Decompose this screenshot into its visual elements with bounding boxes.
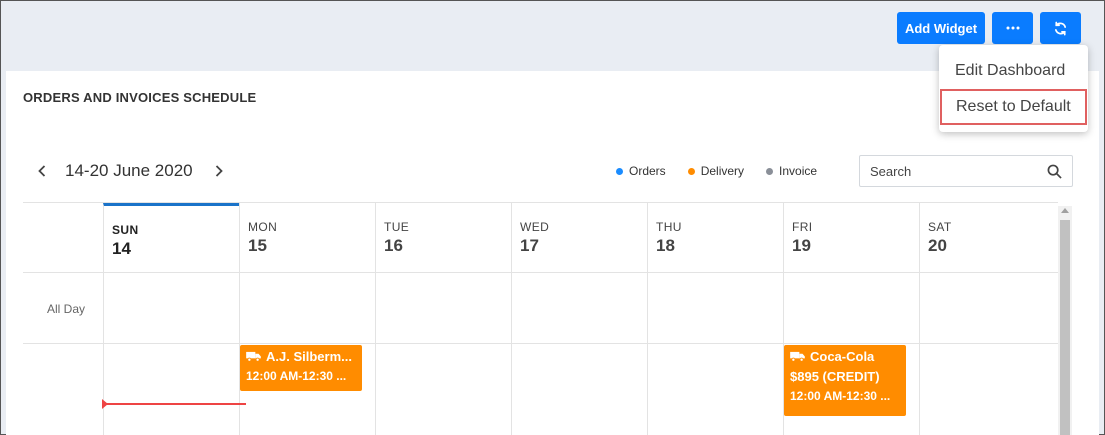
day-date: 16 xyxy=(384,236,403,255)
day-name: WED xyxy=(520,220,550,234)
grid-divider xyxy=(647,273,648,435)
add-widget-button[interactable]: Add Widget xyxy=(897,12,985,44)
day-name: TUE xyxy=(384,220,410,234)
next-week-button[interactable] xyxy=(210,162,228,180)
grid-divider xyxy=(375,273,376,435)
schedule-widget: ORDERS AND INVOICES SCHEDULE 14-20 June … xyxy=(6,71,1099,435)
week-calendar: SUN 14 MON 15 TUE 16 WED 17 THU 18 FRI 1… xyxy=(23,202,1058,435)
event-delivery-aj-silberman[interactable]: A.J. Silberm... 12:00 AM-12:30 ... xyxy=(240,345,362,391)
legend-label: Delivery xyxy=(700,164,745,178)
day-name: FRI xyxy=(792,220,813,234)
day-date: 19 xyxy=(792,236,811,255)
truck-icon xyxy=(790,351,805,362)
scroll-up-arrow-icon[interactable] xyxy=(1061,208,1069,213)
refresh-button[interactable] xyxy=(1040,12,1081,44)
day-date: 18 xyxy=(656,236,675,255)
delivery-dot-icon xyxy=(687,167,695,175)
legend-label: Invoice xyxy=(779,164,818,178)
widget-title: ORDERS AND INVOICES SCHEDULE xyxy=(23,90,257,105)
day-name: SUN xyxy=(112,223,139,237)
event-time: 12:00 AM-12:30 ... xyxy=(790,389,891,403)
legend-item-delivery: Delivery xyxy=(687,164,745,178)
refresh-icon xyxy=(1054,21,1067,35)
dashboard-toolbar: Add Widget xyxy=(897,12,1081,44)
menu-item-reset-to-default[interactable]: Reset to Default xyxy=(940,89,1087,125)
event-delivery-coca-cola[interactable]: Coca-Cola $895 (CREDIT) 12:00 AM-12:30 .… xyxy=(784,345,906,416)
event-title: Coca-Cola xyxy=(810,349,875,364)
chevron-left-icon xyxy=(38,165,46,177)
search-box xyxy=(859,155,1073,187)
day-header-wed[interactable]: WED 17 xyxy=(511,203,647,273)
invoice-dot-icon xyxy=(766,167,774,175)
day-name: MON xyxy=(248,220,278,234)
previous-week-button[interactable] xyxy=(33,162,51,180)
more-horizontal-icon xyxy=(1006,26,1019,30)
current-time-line xyxy=(103,403,246,405)
day-header-mon[interactable]: MON 15 xyxy=(239,203,375,273)
event-amount: $895 (CREDIT) xyxy=(790,369,880,384)
day-date: 14 xyxy=(112,239,131,258)
search-icon[interactable] xyxy=(1047,164,1062,179)
day-date: 15 xyxy=(248,236,267,255)
day-header-tue[interactable]: TUE 16 xyxy=(375,203,511,273)
date-navigator: 14-20 June 2020 xyxy=(33,161,228,181)
orders-dot-icon xyxy=(616,167,623,175)
legend-label: Orders xyxy=(629,164,666,178)
more-options-menu: Edit Dashboard Reset to Default xyxy=(939,45,1088,132)
day-date: 20 xyxy=(928,236,947,255)
grid-divider xyxy=(919,273,920,435)
grid-divider xyxy=(23,343,1058,344)
day-header-sat[interactable]: SAT 20 xyxy=(919,203,1055,273)
legend-item-orders: Orders xyxy=(616,164,666,178)
day-date: 17 xyxy=(520,236,539,255)
calendar-scrollbar[interactable] xyxy=(1058,206,1072,435)
all-day-label: All Day xyxy=(47,302,86,316)
day-name: SAT xyxy=(928,220,952,234)
day-name: THU xyxy=(656,220,682,234)
legend: Orders Delivery Invoice xyxy=(616,164,817,178)
legend-item-invoice: Invoice xyxy=(766,164,817,178)
event-time: 12:00 AM-12:30 ... xyxy=(246,369,347,383)
grid-divider xyxy=(23,272,1058,273)
event-title: A.J. Silberm... xyxy=(266,349,352,364)
date-range-label: 14-20 June 2020 xyxy=(65,161,193,180)
truck-icon xyxy=(246,351,261,362)
day-header-sun[interactable]: SUN 14 xyxy=(103,203,239,273)
day-header-thu[interactable]: THU 18 xyxy=(647,203,783,273)
grid-divider xyxy=(511,273,512,435)
chevron-right-icon xyxy=(215,165,223,177)
menu-item-edit-dashboard[interactable]: Edit Dashboard xyxy=(939,53,1088,89)
search-input[interactable] xyxy=(860,163,1040,179)
day-header-fri[interactable]: FRI 19 xyxy=(783,203,919,273)
more-options-button[interactable] xyxy=(992,12,1033,44)
grid-divider xyxy=(103,273,104,435)
scrollbar-thumb[interactable] xyxy=(1060,220,1070,435)
